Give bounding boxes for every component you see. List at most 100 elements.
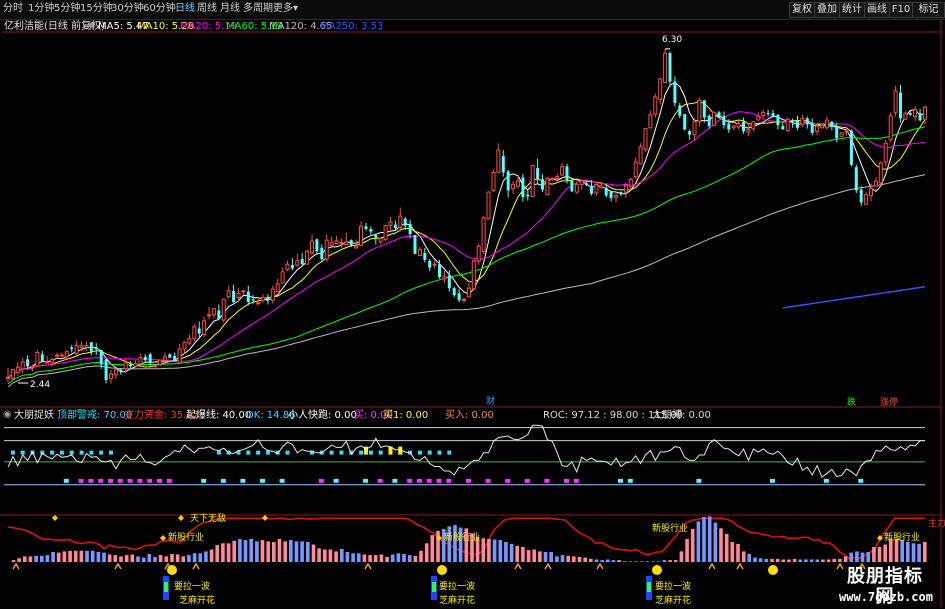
buy-bar bbox=[117, 478, 123, 483]
fund-bar bbox=[266, 541, 270, 562]
candle-body bbox=[35, 352, 40, 367]
candle-body bbox=[653, 96, 658, 115]
fund-bar bbox=[577, 557, 582, 562]
watermark-url: www.7gpzb.com bbox=[839, 590, 933, 604]
candle-body bbox=[40, 354, 44, 362]
candle-body bbox=[506, 171, 510, 191]
ma250-line bbox=[782, 286, 926, 309]
signal-tianxia-1: 天下无敌 bbox=[190, 512, 226, 524]
fund-bar bbox=[866, 552, 870, 562]
candle-body bbox=[236, 292, 241, 299]
candle-body bbox=[369, 229, 373, 232]
ma10-line bbox=[7, 100, 926, 378]
kline-chart[interactable]: 6.30 2.44 财 跌 涨停 主力 天下无敌 新股行业 新股行业 新股行业 … bbox=[0, 0, 945, 609]
candle-body bbox=[207, 314, 211, 317]
buy-bar bbox=[127, 478, 133, 483]
buy-bar bbox=[466, 478, 471, 483]
candle-body bbox=[359, 225, 363, 246]
candle-body bbox=[266, 296, 270, 300]
fund-bar bbox=[334, 551, 338, 562]
fund-bar bbox=[119, 556, 123, 562]
candle-body bbox=[202, 320, 207, 335]
top-warning-dot bbox=[216, 450, 221, 455]
candle-body bbox=[26, 359, 30, 367]
top-warning-dot bbox=[69, 450, 74, 455]
dk-bar bbox=[260, 478, 265, 483]
fund-bar bbox=[113, 555, 118, 562]
runner-icon bbox=[192, 562, 200, 570]
candle-body bbox=[550, 177, 555, 180]
top-warning-dot bbox=[285, 450, 290, 455]
fund-bar bbox=[204, 551, 208, 562]
candle-body bbox=[393, 224, 397, 229]
fund-bar bbox=[215, 545, 219, 562]
fund-bar bbox=[243, 540, 248, 562]
candle-body bbox=[99, 350, 103, 365]
fund-bar bbox=[764, 558, 769, 562]
candle-body bbox=[84, 345, 89, 348]
candle-body bbox=[893, 90, 898, 113]
top-warning-dot bbox=[427, 450, 432, 455]
candle-body bbox=[270, 288, 275, 301]
fund-bar bbox=[600, 560, 604, 562]
candle-body bbox=[305, 250, 310, 265]
fund-bar bbox=[923, 542, 927, 562]
candle-body bbox=[751, 121, 756, 130]
candle-body bbox=[30, 365, 35, 368]
fund-bar bbox=[662, 560, 667, 562]
fund-bar bbox=[102, 552, 106, 562]
buy-bar bbox=[446, 478, 452, 483]
fund-bar bbox=[192, 553, 197, 563]
diamond-marker bbox=[178, 515, 184, 521]
low-price-label: 2.44 bbox=[30, 380, 50, 390]
fund-bar bbox=[611, 560, 616, 562]
fund-bar bbox=[504, 542, 508, 562]
candle-body bbox=[275, 283, 280, 293]
candle-body bbox=[119, 369, 123, 372]
fund-bar bbox=[719, 528, 723, 563]
signal-zhima-2: 芝麻开花 bbox=[439, 594, 475, 606]
fund-bar bbox=[107, 554, 112, 562]
candle-body bbox=[756, 116, 761, 121]
runner-icon bbox=[114, 562, 122, 570]
candle-body bbox=[70, 347, 74, 350]
candle-body bbox=[329, 242, 334, 246]
fund-bar bbox=[68, 550, 72, 563]
candle-body bbox=[423, 253, 427, 260]
candle-body bbox=[64, 351, 69, 358]
runner-icon bbox=[736, 562, 744, 570]
dk-bar bbox=[201, 478, 207, 483]
candle-body bbox=[211, 308, 216, 316]
fund-bar bbox=[623, 561, 627, 562]
candle-body bbox=[143, 356, 147, 361]
buy-bar bbox=[524, 478, 530, 483]
buy-bar bbox=[137, 478, 143, 483]
fund-bar bbox=[566, 555, 570, 563]
fund-bar bbox=[424, 543, 429, 563]
candle-body bbox=[824, 119, 829, 129]
fund-bar bbox=[407, 555, 412, 562]
smiley-icon bbox=[768, 565, 778, 575]
fund-bar bbox=[45, 555, 50, 562]
fund-bar bbox=[713, 522, 718, 562]
fund-bar bbox=[673, 560, 678, 562]
buy-bar bbox=[108, 478, 113, 483]
fund-bar bbox=[238, 538, 242, 562]
fund-bar bbox=[487, 538, 491, 562]
candle-body bbox=[148, 354, 152, 363]
buy-bar bbox=[78, 478, 84, 483]
candle-body bbox=[246, 291, 250, 302]
candle-body bbox=[663, 52, 668, 83]
fund-bar bbox=[170, 553, 174, 562]
candle-body bbox=[192, 326, 197, 340]
candle-body bbox=[530, 165, 535, 197]
fund-bar bbox=[634, 561, 638, 562]
candle-body bbox=[800, 117, 805, 125]
fund-bar bbox=[260, 540, 265, 562]
fund-bar bbox=[668, 560, 672, 562]
buy-bar bbox=[573, 478, 579, 483]
fund-bar bbox=[11, 560, 16, 562]
candle-body bbox=[511, 183, 516, 190]
dk-bar bbox=[770, 478, 775, 483]
top-warning-dot bbox=[329, 450, 334, 455]
